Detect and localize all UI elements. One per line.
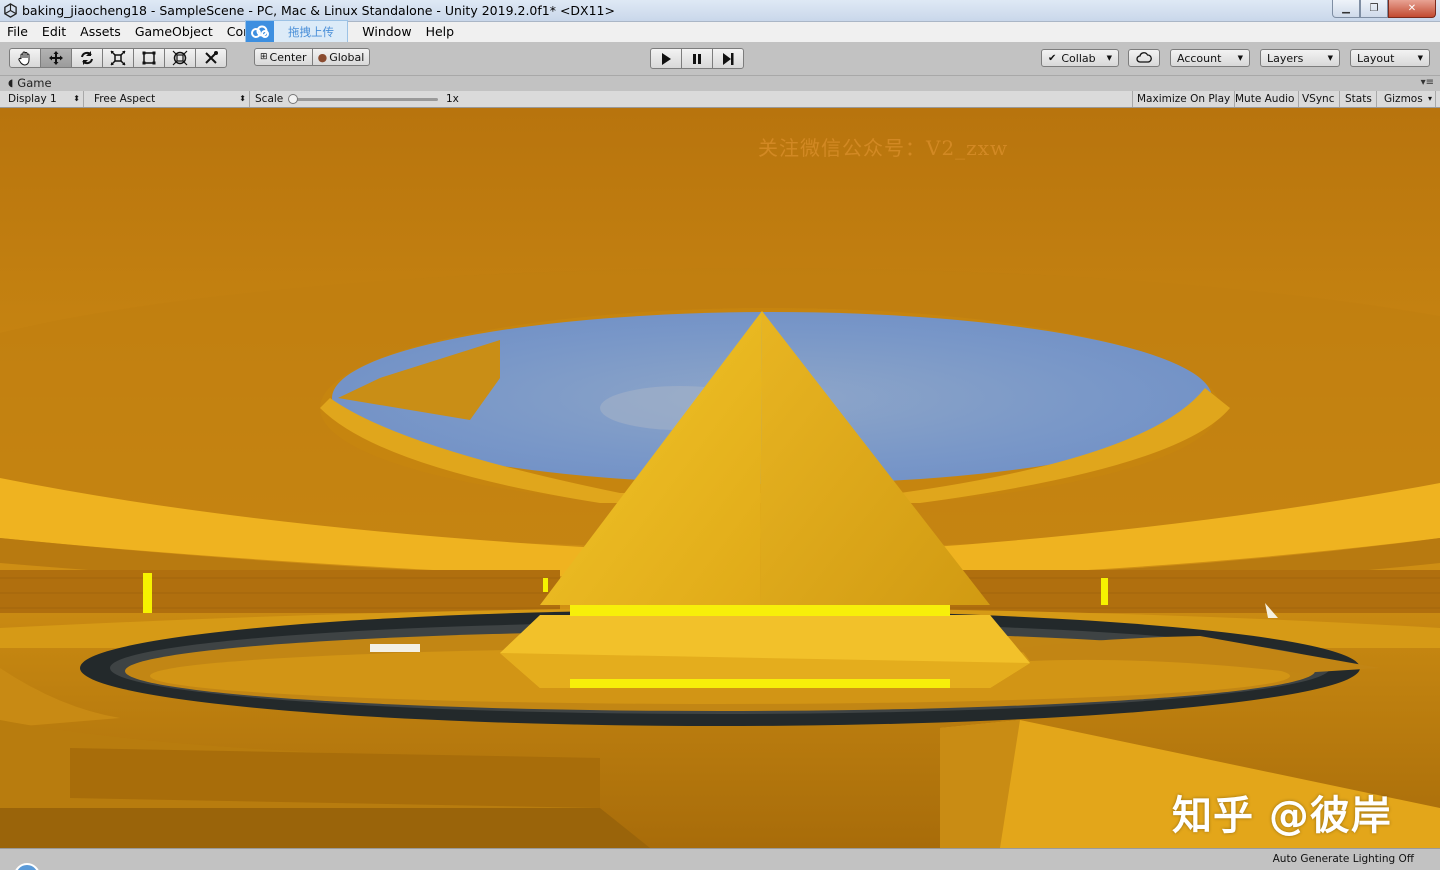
- menu-file[interactable]: File: [0, 22, 35, 42]
- aspect-label: Free Aspect: [94, 93, 156, 105]
- close-button[interactable]: ✕: [1388, 0, 1436, 18]
- transform-tool-button[interactable]: [164, 48, 196, 68]
- play-controls: [650, 48, 744, 69]
- layout-dropdown[interactable]: Layout ▼: [1350, 49, 1430, 67]
- layers-dropdown[interactable]: Layers ▼: [1260, 49, 1340, 67]
- display-label: Display 1: [8, 93, 57, 105]
- account-dropdown[interactable]: Account ▼: [1170, 49, 1250, 67]
- tab-game-label: Game: [17, 76, 52, 90]
- check-icon: ✔: [1048, 52, 1057, 64]
- transform-tool-icon: [172, 50, 188, 66]
- scale-label: Scale: [255, 93, 284, 105]
- menu-gameobject[interactable]: GameObject: [128, 22, 220, 42]
- game-viewport[interactable]: 关注微信公众号：V2_zxw 知乎 @彼岸: [0, 108, 1440, 848]
- step-button[interactable]: [712, 48, 744, 69]
- hand-tool-button[interactable]: [9, 48, 41, 68]
- scene-render: [0, 108, 1440, 848]
- move-tool-button[interactable]: [40, 48, 72, 68]
- stats-toggle[interactable]: Stats: [1341, 91, 1377, 107]
- rect-tool-button[interactable]: [133, 48, 165, 68]
- scale-slider[interactable]: [292, 98, 438, 101]
- display-select[interactable]: Display 1 ⬍: [4, 91, 84, 107]
- globe-icon: ●: [317, 50, 328, 64]
- restore-icon: ❐: [1369, 3, 1379, 14]
- play-icon: [662, 52, 671, 65]
- dropdown-caret-icon: ▾: [1427, 94, 1432, 103]
- dropdown-caret-icon: ▼: [1106, 54, 1112, 62]
- pause-icon: [693, 53, 701, 64]
- pivot-center-button[interactable]: ⊞ Center: [254, 48, 313, 66]
- pivot-global-button[interactable]: ● Global: [311, 48, 371, 66]
- hand-tool-icon: [18, 51, 30, 66]
- rect-tool-icon: [142, 51, 156, 65]
- window-titlebar: baking_jiaocheng18 - SampleScene - PC, M…: [0, 0, 1440, 22]
- rotate-tool-icon: [81, 51, 93, 65]
- window-title: baking_jiaocheng18 - SampleScene - PC, M…: [22, 3, 615, 18]
- minimize-icon: ▁: [1342, 3, 1350, 14]
- unity-logo-icon: [4, 3, 17, 18]
- rotate-tool-button[interactable]: [71, 48, 103, 68]
- collab-dropdown[interactable]: ✔ Collab ▼: [1041, 49, 1119, 67]
- game-view-toolbar: Display 1 ⬍ Free Aspect ⬍ Scale 1x Maxim…: [0, 91, 1440, 108]
- cloud-icon: [1136, 52, 1152, 63]
- status-bar: Auto Generate Lighting Off: [0, 848, 1440, 870]
- layers-label: Layers: [1267, 51, 1304, 65]
- game-tab-bar: ◖ Game ▾≡: [0, 76, 1440, 91]
- drag-upload-label: 拖拽上传: [288, 24, 334, 39]
- pivot-toggles: ⊞ Center ● Global: [254, 48, 371, 66]
- taskbar-bubble-icon: [14, 863, 40, 870]
- custom-tool-icon: [205, 51, 218, 64]
- account-label: Account: [1177, 51, 1222, 65]
- pacman-icon: ◖: [8, 77, 14, 89]
- transform-tools: [9, 48, 227, 68]
- main-toolbar: ⊞ Center ● Global ✔ Collab ▼ Account ▼ L…: [0, 42, 1440, 76]
- scale-tool-icon: [110, 50, 126, 66]
- aspect-select[interactable]: Free Aspect ⬍: [90, 91, 250, 107]
- custom-tool-button[interactable]: [195, 48, 227, 68]
- vsync-toggle[interactable]: VSync: [1298, 91, 1340, 107]
- step-icon: [723, 52, 734, 65]
- cloud-icon: [246, 21, 274, 42]
- layout-label: Layout: [1357, 51, 1395, 65]
- menu-window[interactable]: Window: [360, 22, 418, 42]
- scale-value: 1x: [446, 93, 459, 105]
- maximize-on-play-toggle[interactable]: Maximize On Play: [1132, 91, 1236, 107]
- menu-bar: File Edit Assets GameObject Comp Window …: [0, 22, 1440, 42]
- pivot-center-label: Center: [269, 50, 307, 64]
- gizmos-dropdown[interactable]: Gizmos ▾: [1380, 91, 1436, 107]
- tab-game[interactable]: ◖ Game: [8, 76, 52, 90]
- close-icon: ✕: [1407, 3, 1417, 14]
- updown-icon: ⬍: [73, 94, 80, 103]
- tab-options-icon[interactable]: ▾≡: [1421, 77, 1434, 88]
- cloud-services-button[interactable]: [1128, 49, 1160, 67]
- scale-tool-button[interactable]: [102, 48, 134, 68]
- maximize-button[interactable]: ❐: [1360, 0, 1388, 18]
- pause-button[interactable]: [681, 48, 713, 69]
- collab-label: Collab: [1061, 51, 1096, 65]
- drag-upload-widget[interactable]: 拖拽上传: [245, 20, 348, 43]
- menu-help[interactable]: Help: [419, 22, 462, 42]
- mute-audio-toggle[interactable]: Mute Audio: [1231, 91, 1300, 107]
- dropdown-caret-icon: ▼: [1417, 54, 1423, 62]
- pivot-global-label: Global: [329, 50, 365, 64]
- minimize-button[interactable]: ▁: [1332, 0, 1360, 18]
- play-button[interactable]: [650, 48, 682, 69]
- center-icon: ⊞: [260, 52, 268, 62]
- dropdown-caret-icon: ▼: [1237, 54, 1243, 62]
- lighting-status[interactable]: Auto Generate Lighting Off: [1273, 853, 1414, 865]
- dropdown-caret-icon: ▼: [1327, 54, 1333, 62]
- move-tool-icon: [49, 51, 63, 65]
- menu-assets[interactable]: Assets: [73, 22, 128, 42]
- menu-edit[interactable]: Edit: [35, 22, 73, 42]
- gizmos-label: Gizmos: [1384, 93, 1423, 105]
- zhihu-watermark: 知乎 @彼岸: [1172, 793, 1392, 839]
- updown-icon: ⬍: [239, 94, 246, 103]
- scale-slider-handle[interactable]: [288, 94, 298, 104]
- wechat-watermark: 关注微信公众号：V2_zxw: [758, 136, 1009, 160]
